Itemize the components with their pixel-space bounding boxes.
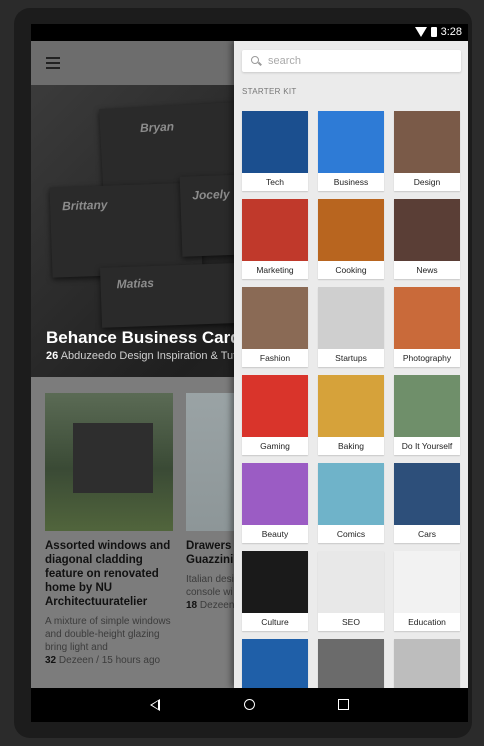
category-tile[interactable]: Beauty xyxy=(242,463,308,543)
category-image xyxy=(242,287,308,349)
category-tile[interactable]: Do It Yourself xyxy=(394,375,460,455)
hero-count: 26 xyxy=(46,350,59,362)
category-image xyxy=(318,551,384,613)
category-image xyxy=(242,551,308,613)
category-tile[interactable]: Cars xyxy=(394,463,460,543)
article-card[interactable]: Assorted windows and diagonal cladding f… xyxy=(45,393,173,667)
category-tile[interactable]: Gaming xyxy=(242,375,308,455)
category-label: Startups xyxy=(335,353,367,363)
status-time: 3:28 xyxy=(440,26,462,38)
category-drawer: STARTER KIT Tech Business Design Marketing C… xyxy=(234,41,468,688)
category-image xyxy=(318,199,384,261)
category-image xyxy=(242,639,308,688)
article-source: Dezeen / 15 hours ago xyxy=(58,655,161,666)
category-tile[interactable]: Tech xyxy=(242,111,308,191)
category-label: Photography xyxy=(402,353,452,363)
search-input[interactable] xyxy=(268,53,453,69)
home-icon[interactable] xyxy=(244,699,255,710)
status-icons: 3:28 xyxy=(414,26,462,38)
article-count: 18 xyxy=(186,600,198,611)
category-tile[interactable]: Baking xyxy=(318,375,384,455)
category-image xyxy=(394,287,460,349)
category-tile[interactable]: Marketing xyxy=(242,199,308,279)
category-image xyxy=(394,111,460,173)
hero-title: Behance Business Cards xyxy=(46,328,251,347)
category-label: Fashion xyxy=(259,353,291,363)
category-tile[interactable]: Cooking xyxy=(318,199,384,279)
category-label: Marketing xyxy=(256,265,294,275)
category-image xyxy=(318,463,384,525)
category-image xyxy=(242,463,308,525)
category-label: SEO xyxy=(342,617,360,627)
category-tile[interactable]: Fashion xyxy=(242,287,308,367)
device-screen: 3:28 Bryan Brittany Jocely Matias Behanc… xyxy=(31,24,468,722)
category-image xyxy=(394,199,460,261)
hero-source: Abduzeedo Design Inspiration & Tut xyxy=(60,350,237,362)
category-tile[interactable] xyxy=(242,639,308,688)
section-label: STARTER KIT xyxy=(242,87,297,96)
app-content: Bryan Brittany Jocely Matias Behance Bus… xyxy=(31,41,468,688)
category-tile[interactable]: Culture xyxy=(242,551,308,631)
wifi-icon xyxy=(414,27,427,37)
status-bar: 3:28 xyxy=(31,24,468,41)
category-label: Cars xyxy=(418,529,436,539)
category-label: Education xyxy=(408,617,446,627)
category-tile[interactable]: Business xyxy=(318,111,384,191)
category-image xyxy=(318,287,384,349)
category-label: Gaming xyxy=(260,441,290,451)
article-title: Assorted windows and diagonal cladding f… xyxy=(45,540,171,608)
category-grid: Tech Business Design Marketing Cooking News Fa… xyxy=(242,111,460,688)
search-icon xyxy=(251,56,259,64)
article-count: 32 xyxy=(45,655,57,666)
navigation-bar xyxy=(31,688,468,722)
category-label: News xyxy=(416,265,438,275)
category-label: Comics xyxy=(336,529,366,539)
category-image xyxy=(394,639,460,688)
hero-subtitle: 26 Abduzeedo Design Inspiration & Tut xyxy=(46,350,236,362)
category-tile[interactable] xyxy=(318,639,384,688)
category-label: Culture xyxy=(261,617,289,627)
category-tile[interactable]: News xyxy=(394,199,460,279)
category-label: Beauty xyxy=(261,529,289,539)
category-image xyxy=(394,551,460,613)
category-image xyxy=(242,375,308,437)
category-tile[interactable]: Design xyxy=(394,111,460,191)
category-image xyxy=(318,639,384,688)
category-image xyxy=(394,463,460,525)
category-label: Business xyxy=(333,177,369,187)
article-source: Dezeen xyxy=(199,600,235,611)
battery-icon xyxy=(430,27,437,37)
category-tile[interactable]: Comics xyxy=(318,463,384,543)
house-image xyxy=(73,423,153,493)
search-box[interactable] xyxy=(242,50,461,72)
category-label: Cooking xyxy=(335,265,367,275)
category-tile[interactable]: SEO xyxy=(318,551,384,631)
article-meta: 32 Dezeen / 15 hours ago xyxy=(45,654,173,667)
menu-icon[interactable] xyxy=(46,57,60,69)
category-label: Design xyxy=(413,177,441,187)
category-label: Baking xyxy=(338,441,364,451)
recent-apps-icon[interactable] xyxy=(338,699,349,710)
category-image xyxy=(242,199,308,261)
category-image xyxy=(318,111,384,173)
category-image xyxy=(394,375,460,437)
category-image xyxy=(318,375,384,437)
category-label: Tech xyxy=(266,177,284,187)
article-thumbnail xyxy=(45,393,173,531)
back-icon[interactable] xyxy=(150,699,160,711)
article-description: A mixture of simple windows and double-h… xyxy=(45,616,171,653)
category-image xyxy=(242,111,308,173)
category-tile[interactable]: Photography xyxy=(394,287,460,367)
category-tile[interactable] xyxy=(394,639,460,688)
category-tile[interactable]: Education xyxy=(394,551,460,631)
category-label: Do It Yourself xyxy=(401,441,453,451)
category-tile[interactable]: Startups xyxy=(318,287,384,367)
